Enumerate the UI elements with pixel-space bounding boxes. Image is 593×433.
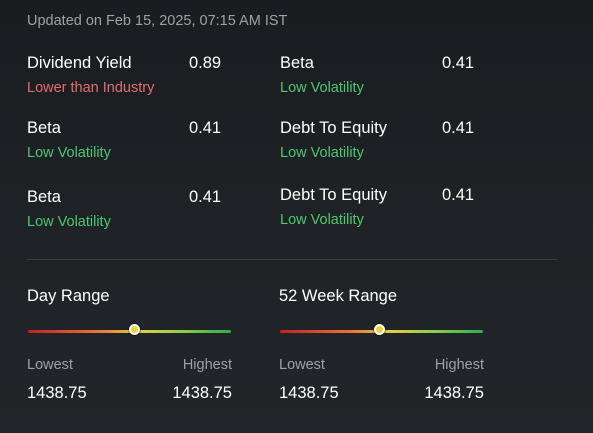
metric-value: 0.41	[442, 54, 475, 72]
range-title: Day Range	[27, 287, 110, 305]
range-marker	[128, 324, 140, 335]
day-range: Day Range Lowest Highest 1438.75 1438.75	[27, 287, 237, 417]
metric-beta: Beta 0.41 Low Volatility	[27, 119, 227, 165]
section-divider	[27, 259, 557, 260]
range-low-value: 1438.75	[279, 384, 339, 402]
metric-beta: Beta 0.41 Low Volatility	[280, 54, 480, 100]
metric-label: Beta	[280, 54, 314, 72]
metric-dividend-yield: Dividend Yield 0.89 Lower than Industry	[27, 54, 227, 100]
metric-value: 0.89	[189, 54, 222, 72]
metric-beta: Beta 0.41 Low Volatility	[27, 188, 227, 234]
range-high-value: 1438.75	[424, 384, 484, 402]
metric-debt-to-equity: Debt To Equity 0.41 Low Volatility	[280, 186, 480, 232]
range-low-label: Lowest	[27, 357, 73, 373]
metric-label: Debt To Equity	[280, 186, 388, 204]
metric-label: Dividend Yield	[27, 54, 132, 72]
metric-note: Low Volatility	[27, 145, 111, 161]
metric-value: 0.41	[189, 119, 222, 137]
range-high-label: Highest	[182, 357, 232, 373]
range-high-value: 1438.75	[172, 384, 232, 402]
range-marker	[374, 324, 386, 335]
range-high-label: Highest	[434, 357, 484, 373]
last-updated-text: Updated on Feb 15, 2025, 07:15 AM IST	[27, 13, 288, 29]
metric-note: Lower than Industry	[27, 80, 155, 96]
metric-note: Low Volatility	[27, 214, 111, 230]
range-title: 52 Week Range	[279, 287, 398, 305]
metric-debt-to-equity: Debt To Equity 0.41 Low Volatility	[280, 119, 480, 165]
metric-label: Debt To Equity	[280, 119, 388, 137]
metric-note: Low Volatility	[280, 80, 364, 96]
range-low-label: Lowest	[279, 357, 325, 373]
metric-label: Beta	[27, 188, 61, 206]
metric-note: Low Volatility	[280, 212, 364, 228]
metric-value: 0.41	[189, 188, 222, 206]
metric-value: 0.41	[442, 186, 475, 204]
metric-note: Low Volatility	[280, 145, 364, 161]
range-low-value: 1438.75	[27, 384, 87, 402]
metric-label: Beta	[27, 119, 61, 137]
metric-value: 0.41	[442, 119, 475, 137]
52-week-range: 52 Week Range Lowest Highest 1438.75 143…	[279, 287, 489, 417]
